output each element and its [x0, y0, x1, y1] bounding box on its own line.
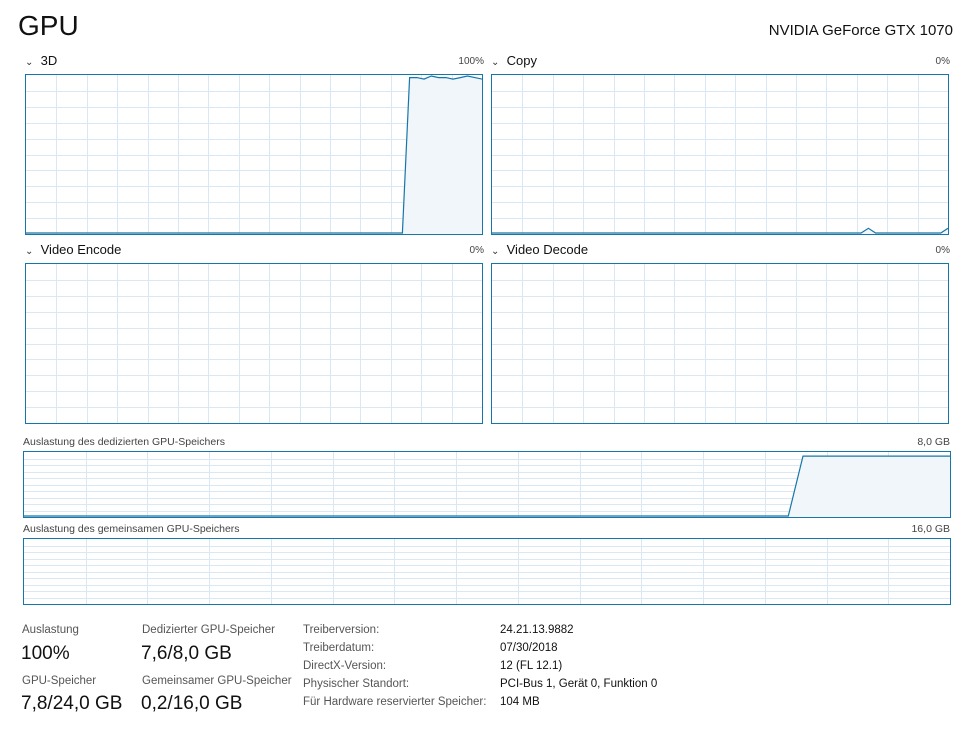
engine-video-decode-label: Video Decode — [506, 242, 589, 257]
driver-date-value: 07/30/2018 — [500, 642, 558, 654]
engine-video-decode-graph — [491, 263, 949, 424]
graph-canvas — [24, 539, 950, 604]
utilization-label: Auslastung — [22, 624, 79, 636]
engine-copy-label: Copy — [506, 53, 537, 68]
driver-version-label: Treiberversion: — [303, 624, 380, 636]
shared-memory-label: Auslastung des gemeinsamen GPU-Speichers — [23, 523, 240, 535]
dedicated-memory-stat-label: Dedizierter GPU-Speicher — [142, 624, 275, 636]
dedicated-memory-graph — [23, 451, 951, 518]
driver-date-label: Treiberdatum: — [303, 642, 375, 654]
dedicated-memory-max: 8,0 GB — [917, 436, 950, 448]
engine-copy-percent: 0% — [935, 56, 950, 67]
gpu-memory-label: GPU-Speicher — [22, 675, 97, 687]
hardware-reserved-memory-label: Für Hardware reservierter Speicher: — [303, 696, 487, 708]
engine-video-encode-selector[interactable]: ⌄ Video Encode — [25, 242, 121, 260]
shared-memory-stat-label: Gemeinsamer GPU-Speicher — [142, 675, 292, 687]
dedicated-memory-stat-value: 7,6/8,0 GB — [141, 643, 232, 664]
graph-canvas — [492, 264, 948, 423]
chevron-down-icon[interactable]: ⌄ — [491, 246, 503, 257]
directx-version-value: 12 (FL 12.1) — [500, 660, 563, 672]
engine-3d-label: 3D — [40, 53, 58, 68]
directx-version-label: DirectX-Version: — [303, 660, 387, 672]
gpu-memory-value: 7,8/24,0 GB — [21, 693, 123, 714]
graph-canvas — [26, 75, 482, 234]
physical-location-label: Physischer Standort: — [303, 678, 410, 690]
utilization-value: 100% — [21, 643, 70, 664]
shared-memory-stat-value: 0,2/16,0 GB — [141, 693, 243, 714]
engine-3d-percent: 100% — [458, 56, 484, 67]
graph-canvas — [26, 264, 482, 423]
engine-video-encode-percent: 0% — [469, 245, 484, 256]
chevron-down-icon[interactable]: ⌄ — [25, 246, 37, 257]
physical-location-value: PCI-Bus 1, Gerät 0, Funktion 0 — [500, 678, 658, 690]
engine-video-decode-selector[interactable]: ⌄ Video Decode — [491, 242, 588, 260]
page-title: GPU — [18, 10, 79, 41]
engine-copy-graph — [491, 74, 949, 235]
chevron-down-icon[interactable]: ⌄ — [491, 57, 503, 68]
gpu-device-name: NVIDIA GeForce GTX 1070 — [768, 22, 953, 39]
graph-canvas — [24, 452, 950, 517]
graph-canvas — [492, 75, 948, 234]
shared-memory-graph — [23, 538, 951, 605]
engine-3d-graph — [25, 74, 483, 235]
dedicated-memory-label: Auslastung des dedizierten GPU-Speichers — [23, 436, 225, 448]
engine-video-decode-percent: 0% — [935, 245, 950, 256]
shared-memory-max: 16,0 GB — [911, 523, 950, 535]
driver-version-value: 24.21.13.9882 — [500, 624, 574, 636]
engine-video-encode-label: Video Encode — [40, 242, 122, 257]
engine-video-encode-graph — [25, 263, 483, 424]
chevron-down-icon[interactable]: ⌄ — [25, 57, 37, 68]
engine-copy-selector[interactable]: ⌄ Copy — [491, 53, 537, 71]
engine-3d-selector[interactable]: ⌄ 3D — [25, 53, 57, 71]
hardware-reserved-memory-value: 104 MB — [500, 696, 540, 708]
usage-line — [492, 227, 948, 234]
